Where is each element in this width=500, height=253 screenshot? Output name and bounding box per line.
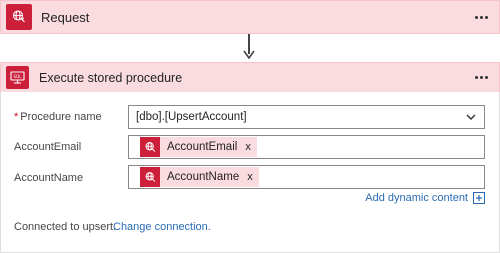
account-email-token-label: AccountEmail (167, 141, 238, 153)
procedure-name-value: [dbo].[UpsertAccount] (136, 111, 247, 123)
procedure-name-label: * Procedure name (14, 111, 102, 123)
add-dynamic-content-label: Add dynamic content (365, 192, 468, 204)
chevron-down-icon[interactable] (464, 110, 478, 124)
change-connection-link[interactable]: Change connection. (113, 221, 211, 233)
account-name-token-label: AccountName (167, 171, 240, 183)
request-more-options-icon[interactable] (469, 7, 493, 27)
stored-procedure-card-header[interactable]: SQL Execute stored procedure (0, 62, 500, 92)
request-card-title: Request (41, 9, 90, 25)
svg-text:SQL: SQL (13, 74, 22, 79)
account-email-token[interactable]: AccountEmail x (140, 137, 257, 157)
globe-icon (140, 167, 160, 187)
arrow-down-icon (243, 50, 255, 60)
stored-procedure-card-title: Execute stored procedure (39, 70, 183, 85)
stored-procedure-more-options-icon[interactable] (469, 68, 493, 88)
stored-procedure-card-body: * Procedure name [dbo].[UpsertAccount] Ac… (0, 92, 500, 253)
account-email-label: AccountEmail (14, 141, 82, 153)
add-plus-icon (473, 192, 485, 204)
remove-token-icon[interactable]: x (245, 141, 251, 153)
add-dynamic-content-link[interactable]: Add dynamic content (365, 192, 485, 204)
account-name-label: AccountName (14, 172, 84, 184)
procedure-name-dropdown[interactable]: [dbo].[UpsertAccount] (128, 105, 485, 129)
sql-database-icon: SQL (6, 66, 29, 89)
request-card-header[interactable]: Request (0, 0, 500, 34)
procedure-name-label-text: Procedure name (20, 111, 102, 123)
required-asterisk: * (14, 111, 19, 123)
account-email-field[interactable]: AccountEmail x (128, 135, 485, 159)
connection-status-text: Connected to upsert. (14, 221, 117, 233)
globe-icon (140, 137, 160, 157)
account-name-field[interactable]: AccountName x (128, 165, 485, 189)
globe-icon (6, 4, 32, 30)
remove-token-icon[interactable]: x (247, 171, 253, 183)
account-name-token[interactable]: AccountName x (140, 167, 259, 187)
